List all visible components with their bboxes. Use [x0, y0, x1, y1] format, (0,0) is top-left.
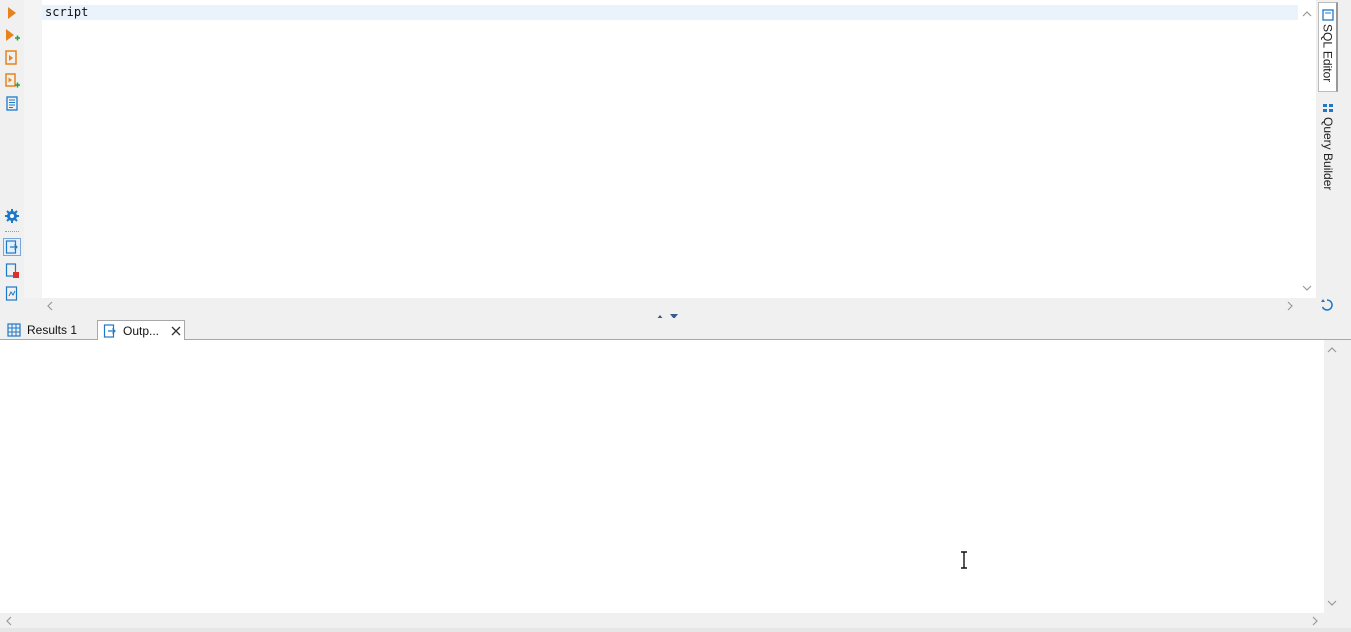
sql-editor-icon	[1321, 9, 1334, 21]
tab-output[interactable]: Outp...	[97, 320, 185, 341]
settings-button[interactable]	[3, 207, 21, 225]
grid-icon	[7, 323, 21, 337]
tab-results-1[interactable]: Results 1	[2, 320, 82, 340]
script-run-icon	[5, 50, 17, 65]
scroll-right-arrow[interactable]	[1284, 300, 1296, 312]
scroll-down-arrow[interactable]	[1301, 282, 1313, 294]
tab-sql-editor[interactable]: SQL Editor	[1318, 2, 1338, 92]
scroll-down-arrow[interactable]	[1326, 597, 1338, 609]
execute-current-button[interactable]	[3, 27, 21, 45]
output-horizontal-scrollbar[interactable]	[0, 613, 1324, 628]
document-list-icon	[6, 96, 18, 111]
output-vertical-scrollbar[interactable]	[1324, 340, 1340, 613]
explain-plan-button[interactable]	[3, 95, 21, 113]
execute-script-button[interactable]	[3, 49, 21, 67]
tab-query-builder[interactable]: Query Builder	[1318, 100, 1338, 195]
output-icon	[103, 323, 116, 338]
scroll-right-arrow[interactable]	[1309, 615, 1321, 627]
chevron-up-icon	[1327, 347, 1337, 353]
editor-horizontal-scrollbar[interactable]	[24, 298, 1298, 313]
scroll-left-arrow[interactable]	[3, 615, 15, 627]
sql-editor[interactable]: script	[24, 0, 1316, 298]
export-icon	[5, 240, 18, 254]
scroll-left-arrow[interactable]	[44, 300, 56, 312]
chevron-down-icon	[1327, 600, 1337, 606]
code-line[interactable]: script	[45, 5, 88, 20]
script-run-add-icon	[5, 73, 20, 88]
text-cursor-icon	[961, 551, 967, 569]
toolbar-separator	[5, 231, 19, 232]
execute-button[interactable]	[3, 4, 21, 22]
gear-icon	[5, 209, 19, 223]
chevron-down-icon	[1302, 285, 1312, 291]
chevron-left-icon	[47, 301, 53, 311]
close-icon	[171, 326, 181, 335]
sql-editor-window: script SQL Editor Query Builder Results …	[0, 0, 1351, 632]
log-document-icon	[5, 286, 18, 301]
query-builder-icon	[1323, 104, 1333, 112]
play-icon	[8, 7, 16, 19]
restore-layout-button[interactable]	[1318, 296, 1336, 314]
chevron-up-icon	[1302, 11, 1312, 17]
stop-button[interactable]	[3, 262, 21, 280]
export-button[interactable]	[3, 238, 21, 256]
current-line-highlight	[42, 5, 1298, 20]
restore-icon	[1321, 299, 1333, 311]
results-tabbar: Results 1 Outp...	[0, 318, 1351, 341]
output-panel[interactable]	[0, 340, 1324, 613]
stop-document-icon	[5, 263, 19, 278]
tab-output-close[interactable]	[171, 326, 181, 336]
chevron-right-icon	[1287, 301, 1293, 311]
editor-vertical-scrollbar[interactable]	[1298, 0, 1316, 298]
window-bottom-edge	[0, 628, 1351, 632]
editor-mode-tabs: SQL Editor Query Builder	[1316, 0, 1351, 316]
line-gutter	[24, 0, 42, 298]
tab-output-label: Outp...	[123, 323, 160, 338]
log-button[interactable]	[3, 285, 21, 303]
scroll-up-arrow[interactable]	[1301, 8, 1313, 20]
tab-query-builder-label: Query Builder	[1321, 117, 1335, 191]
execute-from-cursor-button[interactable]	[3, 72, 21, 90]
tab-results-1-label: Results 1	[27, 323, 78, 337]
editor-toolbar	[0, 0, 24, 316]
scroll-up-arrow[interactable]	[1326, 344, 1338, 356]
chevron-left-icon	[6, 616, 12, 626]
play-add-icon	[6, 29, 20, 41]
chevron-right-icon	[1312, 616, 1318, 626]
tab-sql-editor-label: SQL Editor	[1320, 24, 1335, 83]
